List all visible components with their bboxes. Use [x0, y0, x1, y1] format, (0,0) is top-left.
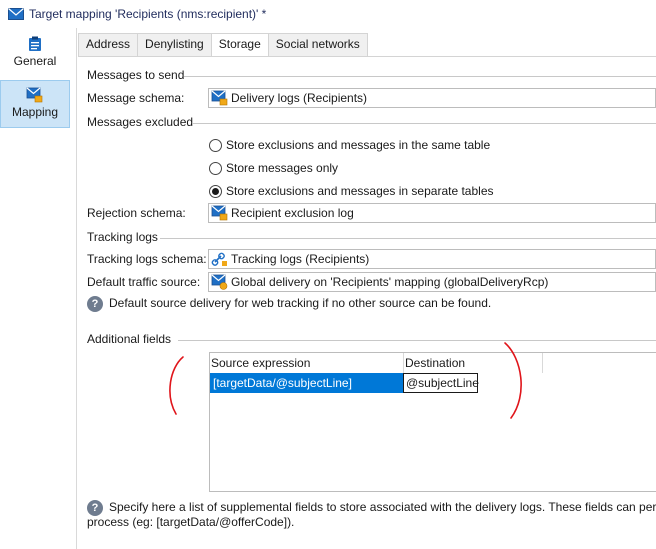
exclusion-log-icon	[211, 205, 228, 221]
rejection-schema-value: Recipient exclusion log	[231, 206, 354, 220]
tracking-link-icon	[211, 252, 227, 266]
tracking-logs-schema-field[interactable]: Tracking logs (Recipients)	[208, 249, 656, 269]
nav-item-label: General	[13, 54, 57, 68]
default-traffic-source-label: Default traffic source:	[87, 275, 201, 289]
section-divider	[178, 340, 656, 341]
mapping-icon	[26, 87, 43, 103]
rejection-schema-label: Rejection schema:	[87, 206, 186, 220]
help-text: Default source delivery for web tracking…	[109, 296, 492, 310]
traffic-source-help: ? Default source delivery for web tracki…	[87, 296, 491, 312]
title-bar: Target mapping 'Recipients (nms:recipien…	[0, 0, 656, 28]
left-nav: General Mapping	[0, 28, 72, 549]
section-divider	[184, 76, 656, 77]
tab-divider	[78, 56, 656, 57]
section-title-messages-excluded: Messages excluded	[87, 115, 194, 129]
envelope-icon	[8, 8, 24, 20]
additional-fields-help: ? Specify here a list of supplemental fi…	[87, 500, 656, 530]
radio-label: Store exclusions and messages in the sam…	[226, 138, 491, 152]
column-header-destination[interactable]: Destination	[404, 353, 542, 373]
table-row[interactable]: [targetData/@subjectLine] @subjectLine	[210, 373, 656, 393]
tab-storage[interactable]: Storage	[210, 33, 269, 57]
column-header-source[interactable]: Source expression	[210, 353, 403, 373]
rejection-schema-field[interactable]: Recipient exclusion log	[208, 203, 656, 223]
nav-item-mapping[interactable]: Mapping	[0, 80, 70, 128]
section-title-additional-fields: Additional fields	[87, 332, 172, 346]
message-schema-label: Message schema:	[87, 91, 185, 105]
delivery-log-icon	[211, 90, 228, 106]
tab-social-networks[interactable]: Social networks	[267, 33, 368, 56]
nav-item-label: Mapping	[11, 105, 59, 119]
default-traffic-source-field[interactable]: Global delivery on 'Recipients' mapping …	[208, 272, 656, 292]
column-divider[interactable]	[542, 353, 543, 373]
radio-button-selected[interactable]	[209, 184, 222, 198]
nav-separator	[76, 28, 77, 549]
clipboard-icon	[29, 36, 41, 51]
tab-denylisting[interactable]: Denylisting	[137, 33, 212, 56]
message-schema-field[interactable]: Delivery logs (Recipients)	[208, 88, 656, 108]
default-traffic-source-value: Global delivery on 'Recipients' mapping …	[231, 275, 549, 289]
radio-messages-only[interactable]: Store messages only	[209, 161, 338, 175]
section-title-messages-to-send: Messages to send	[87, 68, 185, 82]
tab-strip: Address Denylisting Storage Social netwo…	[78, 33, 368, 57]
help-text-line-1: Specify here a list of supplemental fiel…	[109, 500, 656, 514]
radio-button[interactable]	[209, 138, 222, 152]
help-icon: ?	[87, 500, 103, 516]
tab-address[interactable]: Address	[78, 33, 139, 56]
delivery-icon	[211, 274, 228, 290]
annotation-left-bracket	[169, 356, 184, 415]
cell-destination-editor[interactable]: @subjectLine	[403, 373, 479, 393]
section-title-tracking-logs: Tracking logs	[87, 230, 158, 244]
tracking-logs-schema-value: Tracking logs (Recipients)	[231, 252, 370, 266]
help-icon: ?	[87, 296, 103, 312]
message-schema-value: Delivery logs (Recipients)	[231, 91, 368, 105]
help-text-line-2: process (eg: [targetData/@offerCode]).	[87, 515, 295, 529]
radio-label: Store exclusions and messages in separat…	[226, 184, 494, 198]
window-title: Target mapping 'Recipients (nms:recipien…	[29, 7, 267, 21]
radio-separate-tables[interactable]: Store exclusions and messages in separat…	[209, 184, 494, 198]
additional-fields-grid[interactable]: Source expression Destination [targetDat…	[209, 352, 656, 492]
radio-label: Store messages only	[226, 161, 339, 175]
cell-source-expression[interactable]: [targetData/@subjectLine]	[210, 373, 403, 393]
radio-same-table[interactable]: Store exclusions and messages in the sam…	[209, 138, 490, 152]
radio-button[interactable]	[209, 161, 222, 175]
grid-header: Source expression Destination	[210, 353, 656, 373]
section-divider	[193, 123, 656, 124]
nav-item-general[interactable]: General	[0, 36, 70, 76]
tracking-logs-schema-label: Tracking logs schema:	[87, 252, 207, 266]
section-divider	[160, 238, 656, 239]
